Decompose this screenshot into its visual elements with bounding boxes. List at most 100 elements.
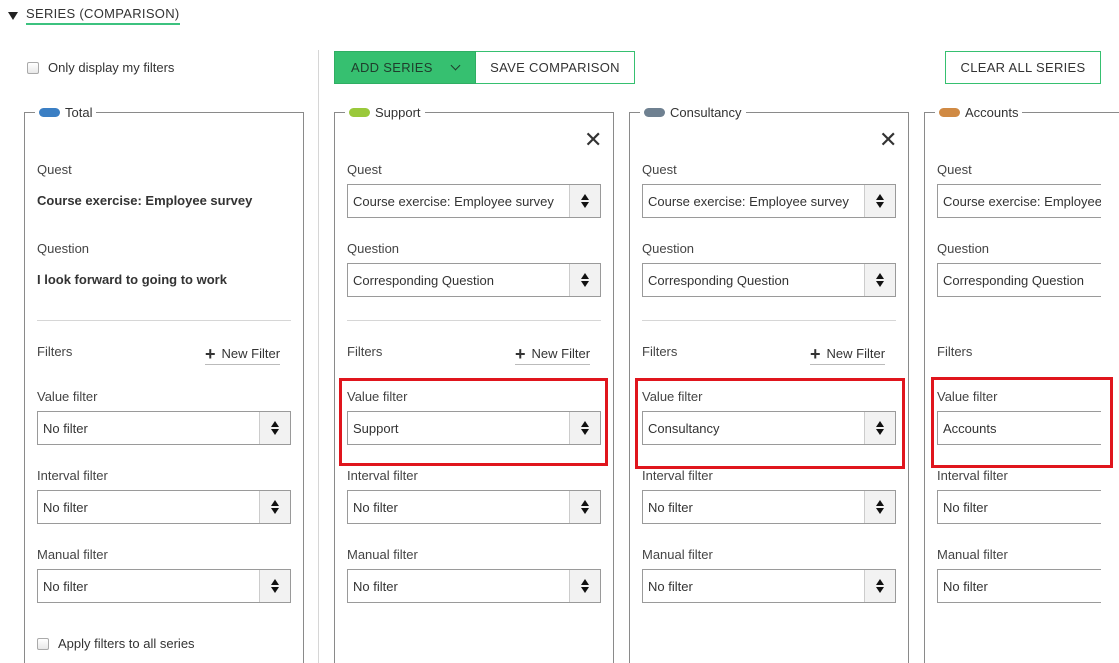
new-filter-label: New Filter <box>221 346 281 361</box>
question-select[interactable]: Corresponding Question <box>347 263 601 297</box>
add-series-button[interactable]: ADD SERIES <box>334 51 476 84</box>
updown-arrows-icon <box>259 570 290 602</box>
updown-arrows-icon <box>864 185 895 217</box>
quest-label: Quest <box>937 162 972 177</box>
close-icon[interactable]: ✕ <box>584 129 602 151</box>
manual-filter-selected: No filter <box>353 578 398 594</box>
updown-arrows-icon <box>259 491 290 523</box>
divider <box>347 320 601 321</box>
new-filter-button[interactable]: + New Filter <box>810 343 886 365</box>
question-selected: Corresponding Question <box>353 272 494 288</box>
manual-filter-selected: No filter <box>43 578 88 594</box>
series-legend-accounts: Accounts <box>935 105 1023 120</box>
series-name: Accounts <box>965 105 1019 120</box>
manual-filter-select[interactable]: No filter <box>347 569 601 603</box>
plus-icon: + <box>205 343 216 364</box>
series-toolbar: ADD SERIES SAVE COMPARISON <box>334 51 635 84</box>
question-select[interactable]: Corresponding Question <box>937 263 1101 297</box>
interval-filter-label: Interval filter <box>347 468 418 483</box>
new-filter-label: New Filter <box>531 346 591 361</box>
updown-arrows-icon <box>569 264 600 296</box>
section-title: SERIES (COMPARISON) <box>26 6 180 25</box>
updown-arrows-icon <box>864 570 895 602</box>
value-filter-label: Value filter <box>37 389 98 404</box>
manual-filter-select[interactable]: No filter <box>937 569 1101 603</box>
column-divider <box>318 50 319 663</box>
interval-filter-select[interactable]: No filter <box>37 490 291 524</box>
series-legend-total: Total <box>35 105 97 120</box>
manual-filter-label: Manual filter <box>642 547 713 562</box>
question-selected: Corresponding Question <box>648 272 789 288</box>
question-select[interactable]: Corresponding Question <box>642 263 896 297</box>
series-name: Support <box>375 105 421 120</box>
only-my-filters-label: Only display my filters <box>48 60 175 75</box>
close-icon[interactable]: ✕ <box>879 129 897 151</box>
manual-filter-select[interactable]: No filter <box>642 569 896 603</box>
question-label: Question <box>347 241 400 256</box>
series-name: Total <box>65 105 93 120</box>
collapse-triangle-icon <box>8 11 18 20</box>
new-filter-button[interactable]: + New Filter <box>515 343 591 365</box>
interval-filter-label: Interval filter <box>937 468 1008 483</box>
new-filter-button[interactable]: + New Filter <box>205 343 281 365</box>
interval-filter-select[interactable]: No filter <box>347 490 601 524</box>
quest-value: Course exercise: Employee survey <box>37 193 253 208</box>
series-color-swatch <box>349 108 370 117</box>
interval-filter-selected: No filter <box>943 499 988 515</box>
interval-filter-selected: No filter <box>353 499 398 515</box>
series-name: Consultancy <box>670 105 742 120</box>
manual-filter-label: Manual filter <box>937 547 1008 562</box>
interval-filter-select[interactable]: No filter <box>642 490 896 524</box>
apply-filters-all-checkbox[interactable] <box>37 637 49 650</box>
question-label: Question <box>937 241 990 256</box>
series-color-swatch <box>39 108 60 117</box>
series-legend-consultancy: Consultancy <box>640 105 746 120</box>
save-comparison-button[interactable]: SAVE COMPARISON <box>476 51 635 84</box>
interval-filter-label: Interval filter <box>37 468 108 483</box>
manual-filter-select[interactable]: No filter <box>37 569 291 603</box>
question-selected: Corresponding Question <box>943 272 1084 288</box>
quest-selected: Course exercise: Employee survey <box>648 193 849 209</box>
quest-label: Quest <box>37 162 72 177</box>
quest-select[interactable]: Course exercise: Employee survey <box>937 184 1101 218</box>
divider <box>37 320 291 321</box>
value-filter-highlight <box>339 378 608 466</box>
question-label: Question <box>37 241 90 256</box>
question-label: Question <box>642 241 695 256</box>
manual-filter-selected: No filter <box>648 578 693 594</box>
series-legend-support: Support <box>345 105 425 120</box>
clear-all-series-button[interactable]: CLEAR ALL SERIES <box>945 51 1101 84</box>
new-filter-label: New Filter <box>826 346 886 361</box>
filters-label: Filters <box>937 344 973 359</box>
divider <box>642 320 896 321</box>
updown-arrows-icon <box>569 491 600 523</box>
value-filter-select[interactable]: No filter <box>37 411 291 445</box>
interval-filter-label: Interval filter <box>642 468 713 483</box>
manual-filter-selected: No filter <box>943 578 988 594</box>
interval-filter-selected: No filter <box>648 499 693 515</box>
plus-icon: + <box>810 343 821 364</box>
series-color-swatch <box>939 108 960 117</box>
quest-selected: Course exercise: Employee survey <box>943 193 1101 209</box>
updown-arrows-icon <box>864 264 895 296</box>
apply-filters-all-label: Apply filters to all series <box>58 636 195 651</box>
only-my-filters-option[interactable]: Only display my filters <box>27 60 174 75</box>
quest-select[interactable]: Course exercise: Employee survey <box>642 184 896 218</box>
quest-label: Quest <box>642 162 677 177</box>
value-filter-highlight <box>635 378 905 469</box>
updown-arrows-icon <box>569 185 600 217</box>
series-section-toggle[interactable]: SERIES (COMPARISON) <box>8 6 180 25</box>
manual-filter-label: Manual filter <box>347 547 418 562</box>
quest-selected: Course exercise: Employee survey <box>353 193 554 209</box>
interval-filter-select[interactable]: No filter <box>937 490 1101 524</box>
series-color-swatch <box>644 108 665 117</box>
plus-icon: + <box>515 343 526 364</box>
apply-filters-all-option[interactable]: Apply filters to all series <box>37 636 195 651</box>
only-my-filters-checkbox[interactable] <box>27 61 39 74</box>
filters-label: Filters <box>642 344 678 359</box>
quest-select[interactable]: Course exercise: Employee survey <box>347 184 601 218</box>
filters-label: Filters <box>37 344 73 359</box>
question-value: I look forward to going to work <box>37 272 227 287</box>
updown-arrows-icon <box>569 570 600 602</box>
manual-filter-label: Manual filter <box>37 547 108 562</box>
